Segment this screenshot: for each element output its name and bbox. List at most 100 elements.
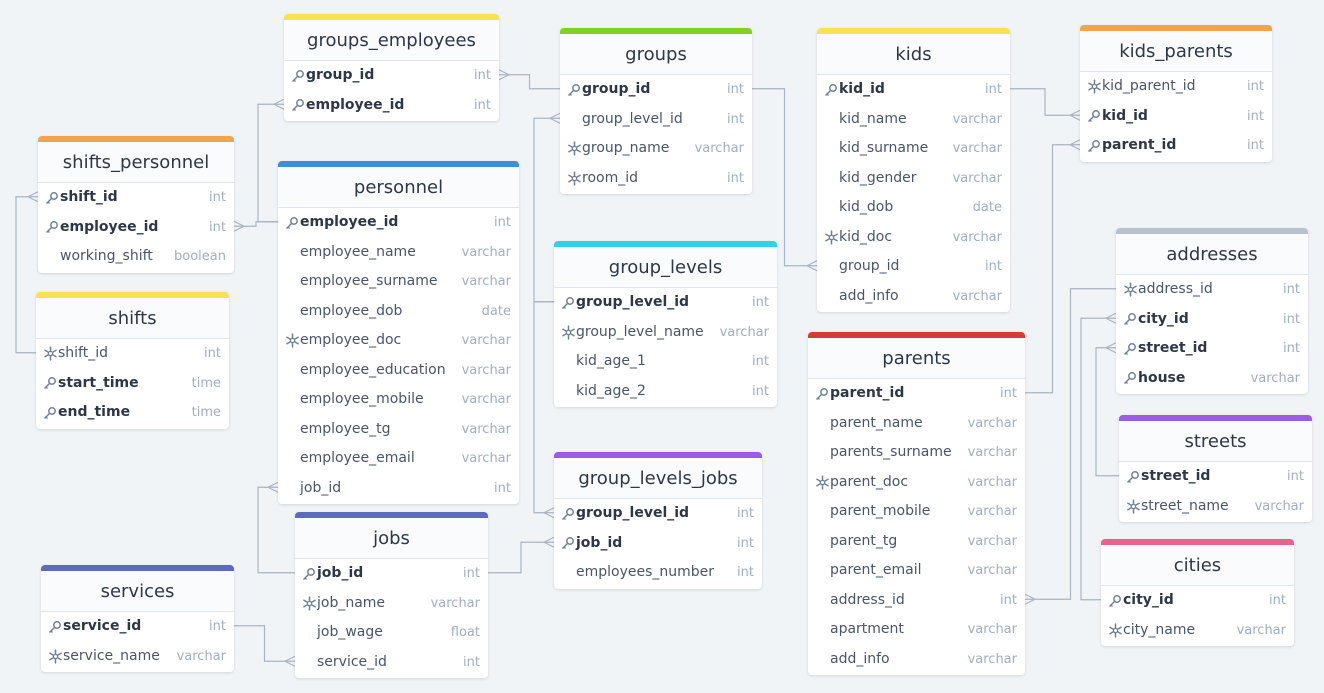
column-row-house[interactable]: house varchar <box>1116 364 1308 394</box>
table-title[interactable]: streets <box>1119 421 1312 462</box>
table-title[interactable]: groups <box>560 34 752 75</box>
table-title[interactable]: groups_employees <box>284 20 499 61</box>
column-row-apartment[interactable]: apartment varchar <box>808 615 1025 645</box>
column-row-employee-name[interactable]: employee_name varchar <box>278 238 519 268</box>
column-row-service-id[interactable]: service_id int <box>295 648 488 678</box>
column-row-street-id[interactable]: street_id int <box>1119 462 1312 492</box>
table-title[interactable]: personnel <box>278 167 519 208</box>
column-row-kid-parent-id[interactable]: kid_parent_id int <box>1080 72 1272 102</box>
table-title[interactable]: kids_parents <box>1080 31 1272 72</box>
column-row-employee-doc[interactable]: employee_doc varchar <box>278 326 519 356</box>
table-shifts-personnel[interactable]: shifts_personnel shift_id int employee_id in… <box>38 136 234 273</box>
column-row-shift-id[interactable]: shift_id int <box>38 183 234 213</box>
column-row-parent-email[interactable]: parent_email varchar <box>808 556 1025 586</box>
column-row-city-id[interactable]: city_id int <box>1116 305 1308 335</box>
relationship-line[interactable] <box>533 301 554 514</box>
column-row-street-id[interactable]: street_id int <box>1116 334 1308 364</box>
table-group-levels-jobs[interactable]: group_levels_jobs group_level_id int job_id… <box>554 452 762 589</box>
column-row-kid-doc[interactable]: kid_doc varchar <box>817 223 1010 253</box>
relationship-line[interactable] <box>488 541 554 574</box>
column-row-job-id[interactable]: job_id int <box>278 474 519 504</box>
table-title[interactable]: services <box>41 571 234 612</box>
column-row-room-id[interactable]: room_id int <box>560 164 752 194</box>
column-row-parents-surname[interactable]: parents_surname varchar <box>808 438 1025 468</box>
table-streets[interactable]: streets street_id int street_name varchar <box>1119 415 1312 522</box>
table-title[interactable]: shifts_personnel <box>38 142 234 183</box>
column-row-kid-id[interactable]: kid_id int <box>817 75 1010 105</box>
column-row-kid-age-1[interactable]: kid_age_1 int <box>554 347 777 377</box>
column-row-kid-gender[interactable]: kid_gender varchar <box>817 164 1010 194</box>
column-row-address-id[interactable]: address_id int <box>1116 275 1308 305</box>
table-title[interactable]: kids <box>817 34 1010 75</box>
column-row-group-name[interactable]: group_name varchar <box>560 134 752 164</box>
table-title[interactable]: parents <box>808 338 1025 379</box>
column-row-kid-surname[interactable]: kid_surname varchar <box>817 134 1010 164</box>
column-row-employee-id[interactable]: employee_id int <box>38 213 234 243</box>
column-row-add-info[interactable]: add_info varchar <box>817 282 1010 312</box>
column-row-service-name[interactable]: service_name varchar <box>41 642 234 672</box>
table-groups[interactable]: groups group_id int group_level_id int group_… <box>560 28 752 194</box>
column-row-parent-id[interactable]: parent_id int <box>1080 131 1272 161</box>
column-row-employees-number[interactable]: employees_number int <box>554 558 762 588</box>
table-cities[interactable]: cities city_id int city_name varchar <box>1101 539 1294 646</box>
column-row-group-id[interactable]: group_id int <box>284 61 499 91</box>
column-row-job-name[interactable]: job_name varchar <box>295 589 488 619</box>
column-row-parent-tg[interactable]: parent_tg varchar <box>808 527 1025 557</box>
column-row-employee-id[interactable]: employee_id int <box>278 208 519 238</box>
column-row-job-wage[interactable]: job_wage float <box>295 618 488 648</box>
column-row-group-id[interactable]: group_id int <box>560 75 752 105</box>
column-row-parent-doc[interactable]: parent_doc varchar <box>808 468 1025 498</box>
column-row-employee-surname[interactable]: employee_surname varchar <box>278 267 519 297</box>
column-row-city-id[interactable]: city_id int <box>1101 586 1294 616</box>
column-row-job-id[interactable]: job_id int <box>554 529 762 559</box>
column-row-group-level-id[interactable]: group_level_id int <box>554 288 777 318</box>
table-jobs[interactable]: jobs job_id int job_name varchar job_wage floa… <box>295 512 488 678</box>
table-shifts[interactable]: shifts shift_id int start_time time end_time t… <box>36 292 229 429</box>
table-parents[interactable]: parents parent_id int parent_name varchar par… <box>808 332 1025 675</box>
column-row-kid-age-2[interactable]: kid_age_2 int <box>554 377 777 407</box>
column-row-parent-mobile[interactable]: parent_mobile varchar <box>808 497 1025 527</box>
table-kids[interactable]: kids kid_id int kid_name varchar kid_surname v… <box>817 28 1010 312</box>
table-addresses[interactable]: addresses address_id int city_id int street_i… <box>1116 228 1308 394</box>
column-row-shift-id[interactable]: shift_id int <box>36 339 229 369</box>
column-row-address-id[interactable]: address_id int <box>808 586 1025 616</box>
table-title[interactable]: jobs <box>295 518 488 559</box>
table-group-levels[interactable]: group_levels group_level_id int group_level… <box>554 241 777 407</box>
relationship-line[interactable] <box>15 196 38 354</box>
column-row-kid-id[interactable]: kid_id int <box>1080 102 1272 132</box>
column-row-group-level-name[interactable]: group_level_name varchar <box>554 318 777 348</box>
column-row-employee-education[interactable]: employee_education varchar <box>278 356 519 386</box>
column-row-employee-tg[interactable]: employee_tg varchar <box>278 415 519 445</box>
column-row-employee-dob[interactable]: employee_dob date <box>278 297 519 327</box>
column-row-parent-id[interactable]: parent_id int <box>808 379 1025 409</box>
column-row-job-id[interactable]: job_id int <box>295 559 488 589</box>
column-row-kid-name[interactable]: kid_name varchar <box>817 105 1010 135</box>
relationship-line[interactable] <box>752 88 817 267</box>
table-title[interactable]: group_levels <box>554 247 777 288</box>
relationship-line[interactable] <box>1010 88 1080 116</box>
relationship-line[interactable] <box>234 221 278 227</box>
relationship-line[interactable] <box>499 74 560 90</box>
column-row-employee-mobile[interactable]: employee_mobile varchar <box>278 385 519 415</box>
column-row-working-shift[interactable]: working_shift boolean <box>38 242 234 272</box>
column-row-group-level-id[interactable]: group_level_id int <box>554 499 762 529</box>
column-row-group-level-id[interactable]: group_level_id int <box>560 105 752 135</box>
column-row-employee-id[interactable]: employee_id int <box>284 91 499 121</box>
table-title[interactable]: addresses <box>1116 234 1308 275</box>
column-row-parent-name[interactable]: parent_name varchar <box>808 409 1025 439</box>
table-personnel[interactable]: personnel employee_id int employee_name varc… <box>278 161 519 504</box>
relationship-line[interactable] <box>1025 144 1080 394</box>
column-row-add-info[interactable]: add_info varchar <box>808 645 1025 675</box>
table-kids-parents[interactable]: kids_parents kid_parent_id int kid_id int par… <box>1080 25 1272 162</box>
column-row-kid-dob[interactable]: kid_dob date <box>817 193 1010 223</box>
column-row-city-name[interactable]: city_name varchar <box>1101 616 1294 646</box>
relationship-line[interactable] <box>234 625 295 662</box>
column-row-start-time[interactable]: start_time time <box>36 369 229 399</box>
column-row-service-id[interactable]: service_id int <box>41 612 234 642</box>
table-title[interactable]: group_levels_jobs <box>554 458 762 499</box>
table-title[interactable]: shifts <box>36 298 229 339</box>
column-row-employee-email[interactable]: employee_email varchar <box>278 444 519 474</box>
table-services[interactable]: services service_id int service_name varchar <box>41 565 234 672</box>
column-row-street-name[interactable]: street_name varchar <box>1119 492 1312 522</box>
table-title[interactable]: cities <box>1101 545 1294 586</box>
